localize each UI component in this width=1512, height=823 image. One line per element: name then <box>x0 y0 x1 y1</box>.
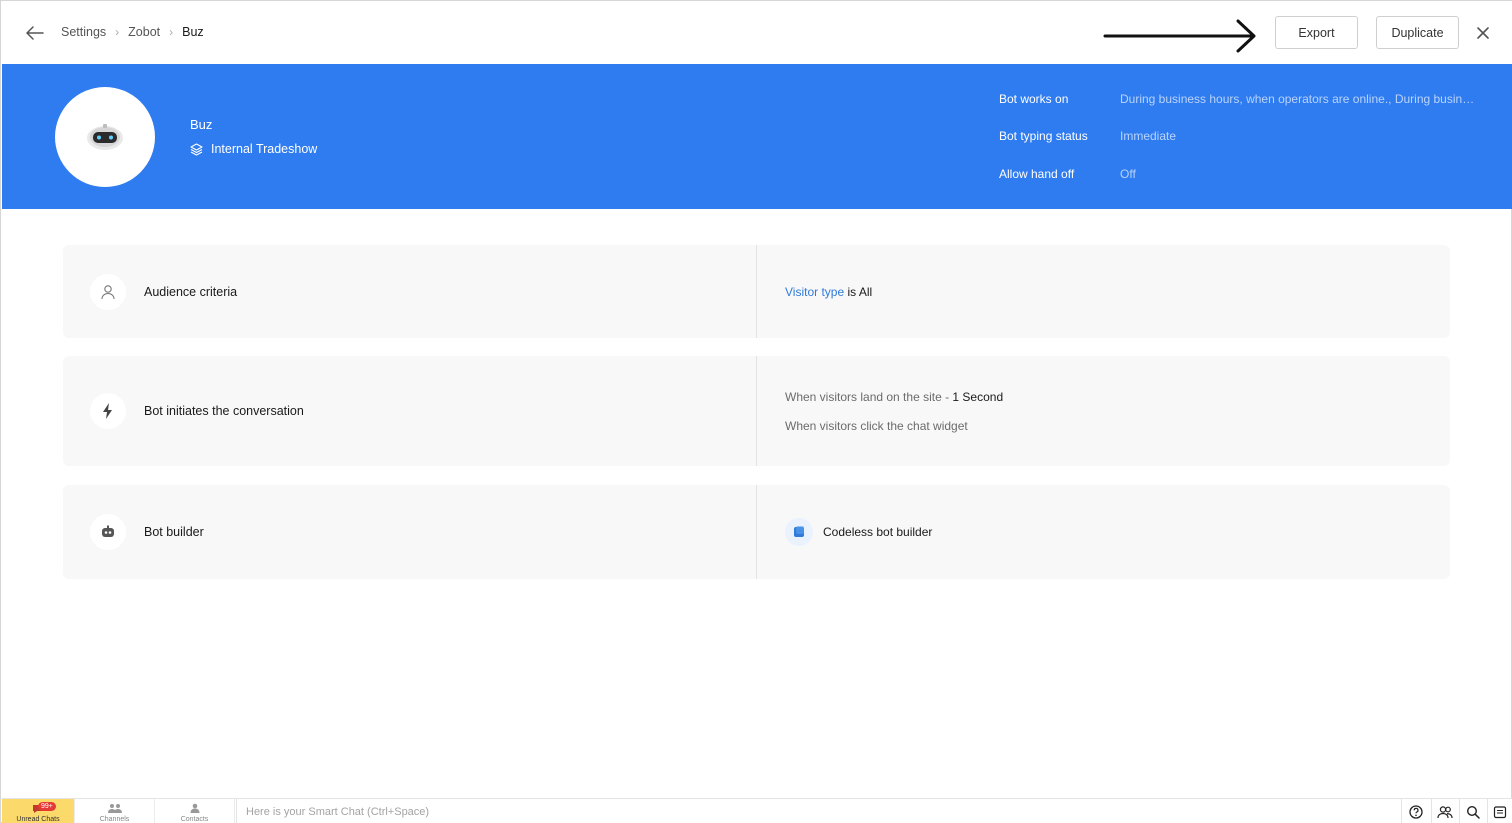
bot-initiates-card[interactable]: Bot initiates the conversation When visi… <box>63 356 1450 466</box>
close-button[interactable] <box>1471 21 1495 45</box>
info-key: Bot typing status <box>999 129 1088 143</box>
unread-badge: 99+ <box>38 802 56 811</box>
card-detail: When visitors land on the site - 1 Secon… <box>757 356 1450 466</box>
bot-department: Internal Tradeshow <box>190 142 317 156</box>
contacts-label: Contacts <box>180 816 209 823</box>
unread-chats-label: Unread Chats <box>16 816 60 823</box>
card-header: Bot builder <box>63 485 757 579</box>
audience-criteria-card[interactable]: Audience criteria Visitor type is All <box>63 245 1450 338</box>
operators-button[interactable] <box>1436 803 1454 821</box>
notes-icon <box>1493 806 1507 819</box>
search-icon <box>1466 805 1480 819</box>
codeless-builder-icon <box>794 526 804 537</box>
codeless-builder-icon-wrap <box>785 518 813 546</box>
smart-chat-input[interactable]: Here is your Smart Chat (Ctrl+Space) <box>236 799 1401 823</box>
robot-icon <box>87 124 123 150</box>
help-button[interactable] <box>1407 803 1425 821</box>
card-detail: Codeless bot builder <box>757 485 1450 579</box>
operators-icon <box>1437 806 1453 819</box>
department-label: Internal Tradeshow <box>211 142 318 156</box>
bot-builder-icon <box>102 525 114 537</box>
bot-summary-banner: Buz Internal Tradeshow Bot works on Duri… <box>2 64 1512 209</box>
annotation-arrow <box>1103 19 1256 53</box>
card-title: Audience criteria <box>144 284 238 299</box>
info-key: Bot works on <box>999 92 1069 106</box>
card-detail: Visitor type is All <box>757 245 1450 338</box>
trigger-land-text: When visitors land on the site - <box>785 389 953 404</box>
card-title: Bot builder <box>144 525 204 539</box>
breadcrumb-settings[interactable]: Settings <box>61 25 106 39</box>
info-value: Immediate <box>1120 129 1177 143</box>
channels-label: Channels <box>99 816 130 823</box>
divider <box>1487 799 1488 823</box>
card-header: Audience criteria <box>63 245 757 338</box>
card-header: Bot initiates the conversation <box>63 356 757 466</box>
header-bar: Settings › Zobot › Buz Export Duplicate <box>1 1 1512 64</box>
breadcrumb-current: Buz <box>182 25 204 39</box>
user-icon <box>101 284 115 299</box>
search-button[interactable] <box>1464 803 1482 821</box>
chevron-right-icon: › <box>169 25 174 39</box>
divider <box>1401 799 1402 823</box>
chevron-right-icon: › <box>115 25 120 39</box>
breadcrumb: Settings › Zobot › Buz <box>61 25 204 39</box>
export-button[interactable]: Export <box>1275 16 1358 49</box>
info-row-works-on: Bot works on During business hours, when… <box>999 92 1480 106</box>
bot-builder-icon-wrap <box>90 514 126 550</box>
visitor-type-link[interactable]: Visitor type <box>785 285 844 299</box>
close-icon <box>1477 27 1489 39</box>
info-row-hand-off: Allow hand off Off <box>999 167 1480 181</box>
help-icon <box>1409 805 1423 819</box>
card-title: Bot initiates the conversation <box>144 404 304 418</box>
divider <box>1431 799 1432 823</box>
channels-icon <box>107 804 122 813</box>
trigger-delay-value: 1 Second <box>952 389 1004 404</box>
contacts-icon <box>190 803 199 813</box>
builder-type: Codeless bot builder <box>823 525 933 539</box>
notes-button[interactable] <box>1491 803 1509 821</box>
bot-avatar <box>55 87 155 187</box>
arrow-left-icon <box>26 26 44 40</box>
info-value: During business hours, when operators ar… <box>1120 92 1480 106</box>
duplicate-button[interactable]: Duplicate <box>1376 16 1459 49</box>
info-key: Allow hand off <box>999 167 1075 181</box>
back-button[interactable] <box>23 21 47 45</box>
contacts-tab[interactable]: Contacts <box>155 799 235 823</box>
criteria-text: is All <box>844 284 873 299</box>
unread-chats-tab[interactable]: 99+ Unread Chats <box>2 799 75 823</box>
user-icon-wrap <box>90 273 126 310</box>
info-value: Off <box>1120 167 1136 181</box>
trigger-click-text: When visitors click the chat widget <box>785 418 968 433</box>
bottom-bar: 99+ Unread Chats Channels Contacts Here … <box>2 798 1512 823</box>
info-row-typing-status: Bot typing status Immediate <box>999 129 1480 143</box>
breadcrumb-zobot[interactable]: Zobot <box>128 25 160 39</box>
channels-tab[interactable]: Channels <box>75 799 155 823</box>
bot-builder-card[interactable]: Bot builder Codeless bot builder <box>63 485 1450 579</box>
app-window: Settings › Zobot › Buz Export Duplicate <box>0 0 1512 823</box>
layers-icon <box>190 142 203 156</box>
divider <box>1459 799 1460 823</box>
bolt-icon-wrap <box>90 393 126 429</box>
bolt-icon <box>103 403 112 419</box>
bot-name: Buz <box>190 117 213 132</box>
